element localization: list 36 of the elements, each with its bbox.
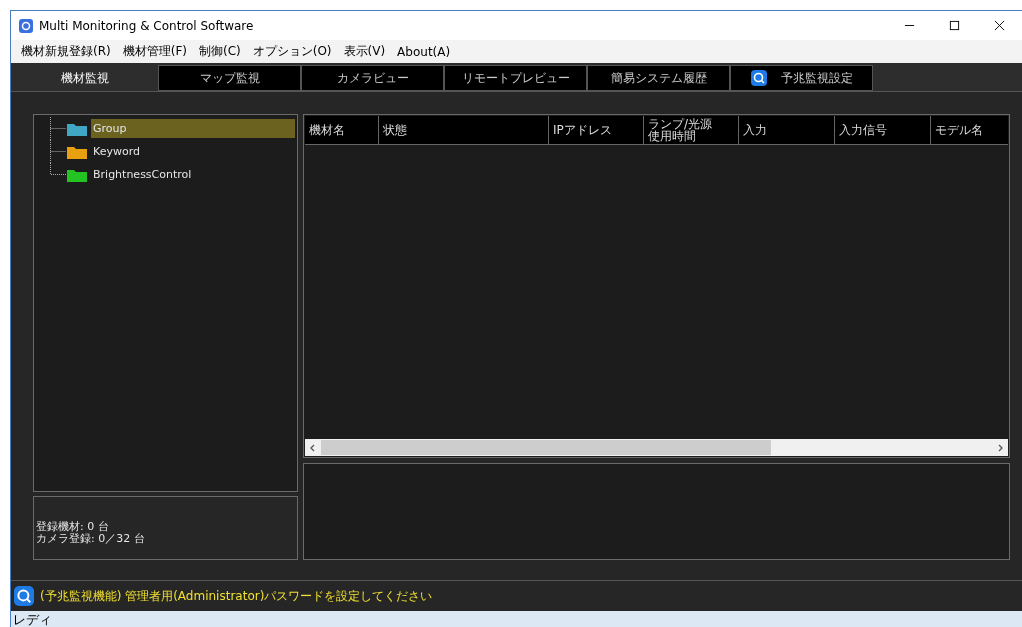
column-header[interactable]: 入力信号 [839,124,930,136]
tab[interactable]: 簡易システム履歴 [587,65,730,91]
app-icon [19,18,33,33]
horizontal-scrollbar[interactable] [305,439,1008,456]
tab[interactable]: マップ監視 [158,65,301,91]
column-header[interactable]: 入力 [743,124,834,136]
menu-item[interactable]: 表示(V) [343,43,386,60]
scroll-left-icon[interactable] [309,443,317,452]
summary-text: 登録機材: 0 台 [36,521,110,533]
column-header[interactable]: 状態 [383,124,548,136]
menu-item[interactable]: 制御(C) [198,43,241,60]
tab[interactable]: 予兆監視設定 [730,65,873,91]
menu-item[interactable]: 機材新規登録(R) [21,43,111,60]
column-header[interactable]: IPアドレス [553,124,643,136]
summary-text: カメラ登録: 0／32 台 [36,533,146,545]
column-header[interactable]: ランプ/光源 [648,118,738,130]
notice-text: (予兆監視機能) 管理者用(Administrator)パスワードを設定してください [40,587,433,605]
scroll-right-icon[interactable] [996,443,1004,452]
status-text: レディ [13,612,52,627]
search-icon [750,70,767,86]
column-header[interactable]: 使用時間 [648,130,738,142]
column-header[interactable]: 機材名 [309,124,378,136]
close-icon[interactable] [994,20,1005,31]
tree-item[interactable]: BrightnessControl [91,165,295,184]
column-header[interactable]: モデル名 [935,124,1008,136]
tree-item[interactable]: Group [91,119,295,138]
window-title: Multi Monitoring & Control Software [39,18,254,33]
menu-item[interactable]: About(A) [397,44,451,59]
maximize-icon[interactable] [949,20,960,31]
menu-item[interactable]: オプション(O) [252,43,332,60]
tab[interactable]: カメラビュー [301,65,444,91]
search-icon [14,586,34,606]
tree-item[interactable]: Keyword [91,142,295,161]
tree-connector [50,117,66,140]
tab[interactable]: リモートプレビュー [444,65,587,91]
menu-item[interactable]: 機材管理(F) [122,43,187,60]
